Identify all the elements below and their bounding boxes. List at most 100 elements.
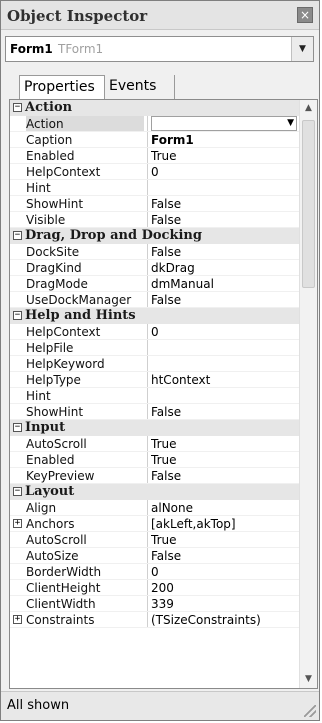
column-divider[interactable] — [147, 324, 148, 340]
property-value[interactable]: 0 — [151, 564, 297, 580]
property-value[interactable] — [151, 356, 297, 372]
scroll-down-button[interactable]: ▼ — [300, 671, 317, 688]
property-row[interactable]: AutoScroll True — [10, 532, 299, 548]
column-divider[interactable] — [147, 148, 148, 164]
property-value[interactable]: 0 — [151, 164, 297, 180]
property-row[interactable]: ShowHint False — [10, 196, 299, 212]
column-divider[interactable] — [147, 468, 148, 484]
property-value[interactable]: Form1 — [151, 132, 297, 148]
property-row[interactable]: Caption Form1 — [10, 132, 299, 148]
collapse-icon[interactable]: − — [13, 103, 22, 112]
property-value[interactable]: False — [151, 244, 297, 260]
tab-properties[interactable]: Properties — [19, 75, 105, 99]
scrollbar-thumb[interactable] — [302, 120, 315, 288]
column-divider[interactable] — [147, 132, 148, 148]
property-row[interactable]: Hint — [10, 388, 299, 404]
column-divider[interactable] — [147, 532, 148, 548]
property-value[interactable]: 200 — [151, 580, 297, 596]
property-row[interactable]: Align alNone — [10, 500, 299, 516]
column-divider[interactable] — [147, 244, 148, 260]
property-row[interactable]: HelpContext 0 — [10, 164, 299, 180]
property-row[interactable]: »Action▼ — [10, 116, 299, 132]
property-value[interactable]: (TSizeConstraints) — [151, 612, 297, 628]
column-divider[interactable] — [147, 388, 148, 404]
property-value[interactable]: True — [151, 532, 297, 548]
property-row[interactable]: DockSite False — [10, 244, 299, 260]
resize-grip-icon[interactable] — [304, 705, 316, 717]
property-value[interactable]: dmManual — [151, 276, 297, 292]
column-divider[interactable] — [147, 340, 148, 356]
object-selector[interactable]: Form1 TForm1 ▼ — [5, 36, 314, 62]
column-divider[interactable] — [147, 500, 148, 516]
column-divider[interactable] — [147, 548, 148, 564]
category-row[interactable]: − Input — [10, 420, 299, 436]
column-divider[interactable] — [147, 580, 148, 596]
collapse-icon[interactable]: − — [13, 423, 22, 432]
property-row[interactable]: KeyPreview False — [10, 468, 299, 484]
close-button[interactable]: × — [297, 7, 313, 23]
property-row[interactable]: AutoSize False — [10, 548, 299, 564]
property-value[interactable]: True — [151, 452, 297, 468]
property-row[interactable]: BorderWidth 0 — [10, 564, 299, 580]
property-row[interactable]: HelpFile — [10, 340, 299, 356]
column-divider[interactable] — [147, 452, 148, 468]
column-divider[interactable] — [147, 372, 148, 388]
collapse-icon[interactable]: − — [13, 487, 22, 496]
column-divider[interactable] — [147, 276, 148, 292]
property-value[interactable]: False — [151, 196, 297, 212]
category-row[interactable]: − Layout — [10, 484, 299, 500]
column-divider[interactable] — [147, 404, 148, 420]
category-row[interactable]: − Action — [10, 100, 299, 116]
property-row[interactable]: HelpType htContext — [10, 372, 299, 388]
column-divider[interactable] — [147, 436, 148, 452]
column-divider[interactable] — [147, 212, 148, 228]
property-row[interactable]: HelpKeyword — [10, 356, 299, 372]
property-value[interactable]: 0 — [151, 324, 297, 340]
property-value[interactable]: False — [151, 548, 297, 564]
property-value[interactable]: 339 — [151, 596, 297, 612]
scroll-up-button[interactable]: ▲ — [300, 100, 317, 117]
column-divider[interactable] — [147, 164, 148, 180]
property-row[interactable]: ShowHint False — [10, 404, 299, 420]
property-value[interactable] — [151, 180, 297, 196]
property-row[interactable]: + Anchors [akLeft,akTop] — [10, 516, 299, 532]
column-divider[interactable] — [147, 292, 148, 308]
property-value[interactable]: alNone — [151, 500, 297, 516]
property-row[interactable]: DragKind dkDrag — [10, 260, 299, 276]
property-value[interactable]: False — [151, 468, 297, 484]
property-value[interactable]: True — [151, 436, 297, 452]
property-value-dropdown[interactable]: ▼ — [151, 116, 297, 131]
property-row[interactable]: Hint — [10, 180, 299, 196]
expand-icon[interactable]: + — [13, 615, 22, 624]
category-row[interactable]: − Help and Hints — [10, 308, 299, 324]
property-value[interactable]: False — [151, 404, 297, 420]
expand-icon[interactable]: + — [13, 519, 22, 528]
property-value[interactable]: False — [151, 292, 297, 308]
property-row[interactable]: Enabled True — [10, 452, 299, 468]
property-value[interactable]: [akLeft,akTop] — [151, 516, 297, 532]
property-row[interactable]: HelpContext 0 — [10, 324, 299, 340]
category-row[interactable]: − Drag, Drop and Docking — [10, 228, 299, 244]
property-value[interactable]: False — [151, 212, 297, 228]
column-divider[interactable] — [147, 596, 148, 612]
property-value[interactable] — [151, 388, 297, 404]
property-row[interactable]: DragMode dmManual — [10, 276, 299, 292]
column-divider[interactable] — [147, 180, 148, 196]
object-selector-dropdown-button[interactable]: ▼ — [291, 37, 313, 61]
column-divider[interactable] — [147, 356, 148, 372]
property-row[interactable]: UseDockManager False — [10, 292, 299, 308]
tab-events[interactable]: Events — [105, 75, 175, 99]
column-divider[interactable] — [147, 260, 148, 276]
property-row[interactable]: + Constraints (TSizeConstraints) — [10, 612, 299, 628]
column-divider[interactable] — [147, 116, 148, 132]
property-row[interactable]: Enabled True — [10, 148, 299, 164]
column-divider[interactable] — [147, 612, 148, 628]
property-row[interactable]: AutoScroll True — [10, 436, 299, 452]
property-value[interactable]: dkDrag — [151, 260, 297, 276]
collapse-icon[interactable]: − — [13, 231, 22, 240]
property-value[interactable]: htContext — [151, 372, 297, 388]
column-divider[interactable] — [147, 196, 148, 212]
property-value[interactable]: True — [151, 148, 297, 164]
property-value[interactable] — [151, 340, 297, 356]
property-row[interactable]: ClientWidth 339 — [10, 596, 299, 612]
